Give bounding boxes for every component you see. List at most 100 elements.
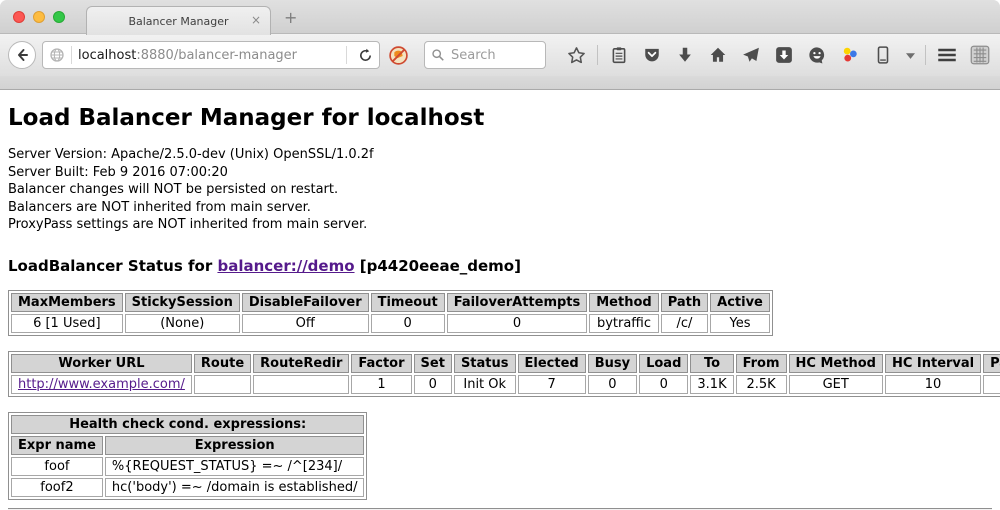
cell-stickysession: (None) xyxy=(125,314,240,333)
page-bottom-divider xyxy=(8,508,992,510)
heading-prefix: LoadBalancer Status for xyxy=(8,257,217,275)
proxypass-warning-line: ProxyPass settings are NOT inherited fro… xyxy=(8,216,992,234)
cell-expr-name-foof: foof xyxy=(11,457,103,476)
search-bar[interactable] xyxy=(424,41,546,69)
col-active: Active xyxy=(710,293,770,312)
col-status: Status xyxy=(454,354,516,373)
cell-elected: 7 xyxy=(518,375,586,394)
cell-timeout: 0 xyxy=(371,314,445,333)
col-method: Method xyxy=(589,293,658,312)
menu-hamburger-icon[interactable] xyxy=(935,43,959,67)
col-elected: Elected xyxy=(518,354,586,373)
server-built-line: Server Built: Feb 9 2016 07:00:20 xyxy=(8,164,992,182)
col-failoverattempts: FailoverAttempts xyxy=(447,293,588,312)
col-timeout: Timeout xyxy=(371,293,445,312)
worker-header-row: Worker URL Route RouteRedir Factor Set S… xyxy=(11,354,1000,373)
col-routeredir: RouteRedir xyxy=(253,354,349,373)
balancer-settings-header-row: MaxMembers StickySession DisableFailover… xyxy=(11,293,770,312)
feedback-smiley-icon[interactable] xyxy=(805,43,829,67)
balancer-status-heading: LoadBalancer Status for balancer://demo … xyxy=(8,257,992,275)
window-minimize-button[interactable] xyxy=(33,11,45,23)
cell-load: 0 xyxy=(639,375,688,394)
browser-chrome: Balancer Manager × + localhost:8880/bala… xyxy=(0,0,1000,90)
cell-from: 2.5K xyxy=(736,375,787,394)
toolbar-icons xyxy=(564,43,992,67)
toolbar-divider-2 xyxy=(925,45,926,65)
navigation-toolbar: localhost:8880/balancer-manager xyxy=(0,34,1000,76)
tab-title: Balancer Manager xyxy=(128,15,228,28)
cell-set: 0 xyxy=(414,375,452,394)
col-hc-interval: HC Interval xyxy=(885,354,981,373)
balancer-settings-table: MaxMembers StickySession DisableFailover… xyxy=(8,290,773,336)
urlbar-divider-2 xyxy=(346,46,347,64)
browser-tab[interactable]: Balancer Manager × xyxy=(86,6,271,35)
health-title-row: Health check cond. expressions: xyxy=(11,415,364,434)
url-path: :8880/balancer-manager xyxy=(136,48,297,63)
colored-dots-icon[interactable] xyxy=(838,43,862,67)
col-path: Path xyxy=(661,293,708,312)
col-maxmembers: MaxMembers xyxy=(11,293,123,312)
cell-failoverattempts: 0 xyxy=(447,314,588,333)
cell-expression-foof: %{REQUEST_STATUS} =~ /^[234]/ xyxy=(105,457,365,476)
col-set: Set xyxy=(414,354,452,373)
health-data-row: foof %{REQUEST_STATUS} =~ /^[234]/ xyxy=(11,457,364,476)
window-close-button[interactable] xyxy=(13,11,25,23)
new-tab-button[interactable]: + xyxy=(284,8,297,27)
globe-icon xyxy=(49,47,65,63)
health-check-table: Health check cond. expressions: Expr nam… xyxy=(8,412,367,500)
url-text[interactable]: localhost:8880/balancer-manager xyxy=(78,48,340,63)
col-busy: Busy xyxy=(588,354,637,373)
cell-route xyxy=(194,375,251,394)
tablet-device-icon[interactable] xyxy=(871,43,895,67)
blocked-plugin-button[interactable] xyxy=(386,43,410,67)
balancer-settings-data-row: 6 [1 Used] (None) Off 0 0 bytraffic /c/ … xyxy=(11,314,770,333)
col-stickysession: StickySession xyxy=(125,293,240,312)
url-host: localhost xyxy=(78,48,136,63)
health-data-row: foof2 hc('body') =~ /domain is establish… xyxy=(11,478,364,497)
col-from: From xyxy=(736,354,787,373)
tab-bar: Balancer Manager × + xyxy=(0,0,1000,34)
chrome-bottom-strip xyxy=(0,76,1000,89)
cell-to: 3.1K xyxy=(690,375,733,394)
cell-active: Yes xyxy=(710,314,770,333)
health-header-row: Expr name Expression xyxy=(11,436,364,455)
cell-method: bytraffic xyxy=(589,314,658,333)
worker-data-row: http://www.example.com/ 1 0 Init Ok 7 0 … xyxy=(11,375,1000,394)
clipboard-icon[interactable] xyxy=(607,43,631,67)
persist-warning-line: Balancer changes will NOT be persisted o… xyxy=(8,181,992,199)
search-input[interactable] xyxy=(449,47,539,64)
balancer-demo-link[interactable]: balancer://demo xyxy=(217,257,354,275)
col-route: Route xyxy=(194,354,251,373)
home-icon[interactable] xyxy=(706,43,730,67)
cell-expression-foof2: hc('body') =~ /domain is established/ xyxy=(105,478,365,497)
reload-button[interactable] xyxy=(353,43,377,67)
pocket-icon[interactable] xyxy=(640,43,664,67)
server-version-line: Server Version: Apache/2.5.0-dev (Unix) … xyxy=(8,146,992,164)
window-zoom-button[interactable] xyxy=(53,11,65,23)
server-info: Server Version: Apache/2.5.0-dev (Unix) … xyxy=(8,146,992,234)
cell-busy: 0 xyxy=(588,375,637,394)
col-factor: Factor xyxy=(351,354,411,373)
heading-suffix: [p4420eeae_demo] xyxy=(355,257,521,275)
search-magnifier-icon xyxy=(431,48,445,62)
send-plane-icon[interactable] xyxy=(739,43,763,67)
downloads-arrow-icon[interactable] xyxy=(673,43,697,67)
back-button[interactable] xyxy=(8,41,36,69)
url-bar[interactable]: localhost:8880/balancer-manager xyxy=(42,41,380,69)
tab-close-icon[interactable]: × xyxy=(251,13,261,27)
col-passes: Passes xyxy=(983,354,1000,373)
download-manager-icon[interactable] xyxy=(772,43,796,67)
dropdown-caret-icon[interactable] xyxy=(904,43,916,67)
col-disablefailover: DisableFailover xyxy=(242,293,369,312)
col-expression: Expression xyxy=(105,436,365,455)
col-worker-url: Worker URL xyxy=(11,354,192,373)
window-controls xyxy=(13,11,65,23)
bookmark-star-icon[interactable] xyxy=(564,43,588,67)
col-hc-method: HC Method xyxy=(789,354,883,373)
worker-url-link[interactable]: http://www.example.com/ xyxy=(18,377,185,392)
cell-passes: 1 (0) xyxy=(983,375,1000,394)
col-to: To xyxy=(690,354,733,373)
tab-mosaic-icon[interactable] xyxy=(968,43,992,67)
cell-disablefailover: Off xyxy=(242,314,369,333)
cell-expr-name-foof2: foof2 xyxy=(11,478,103,497)
